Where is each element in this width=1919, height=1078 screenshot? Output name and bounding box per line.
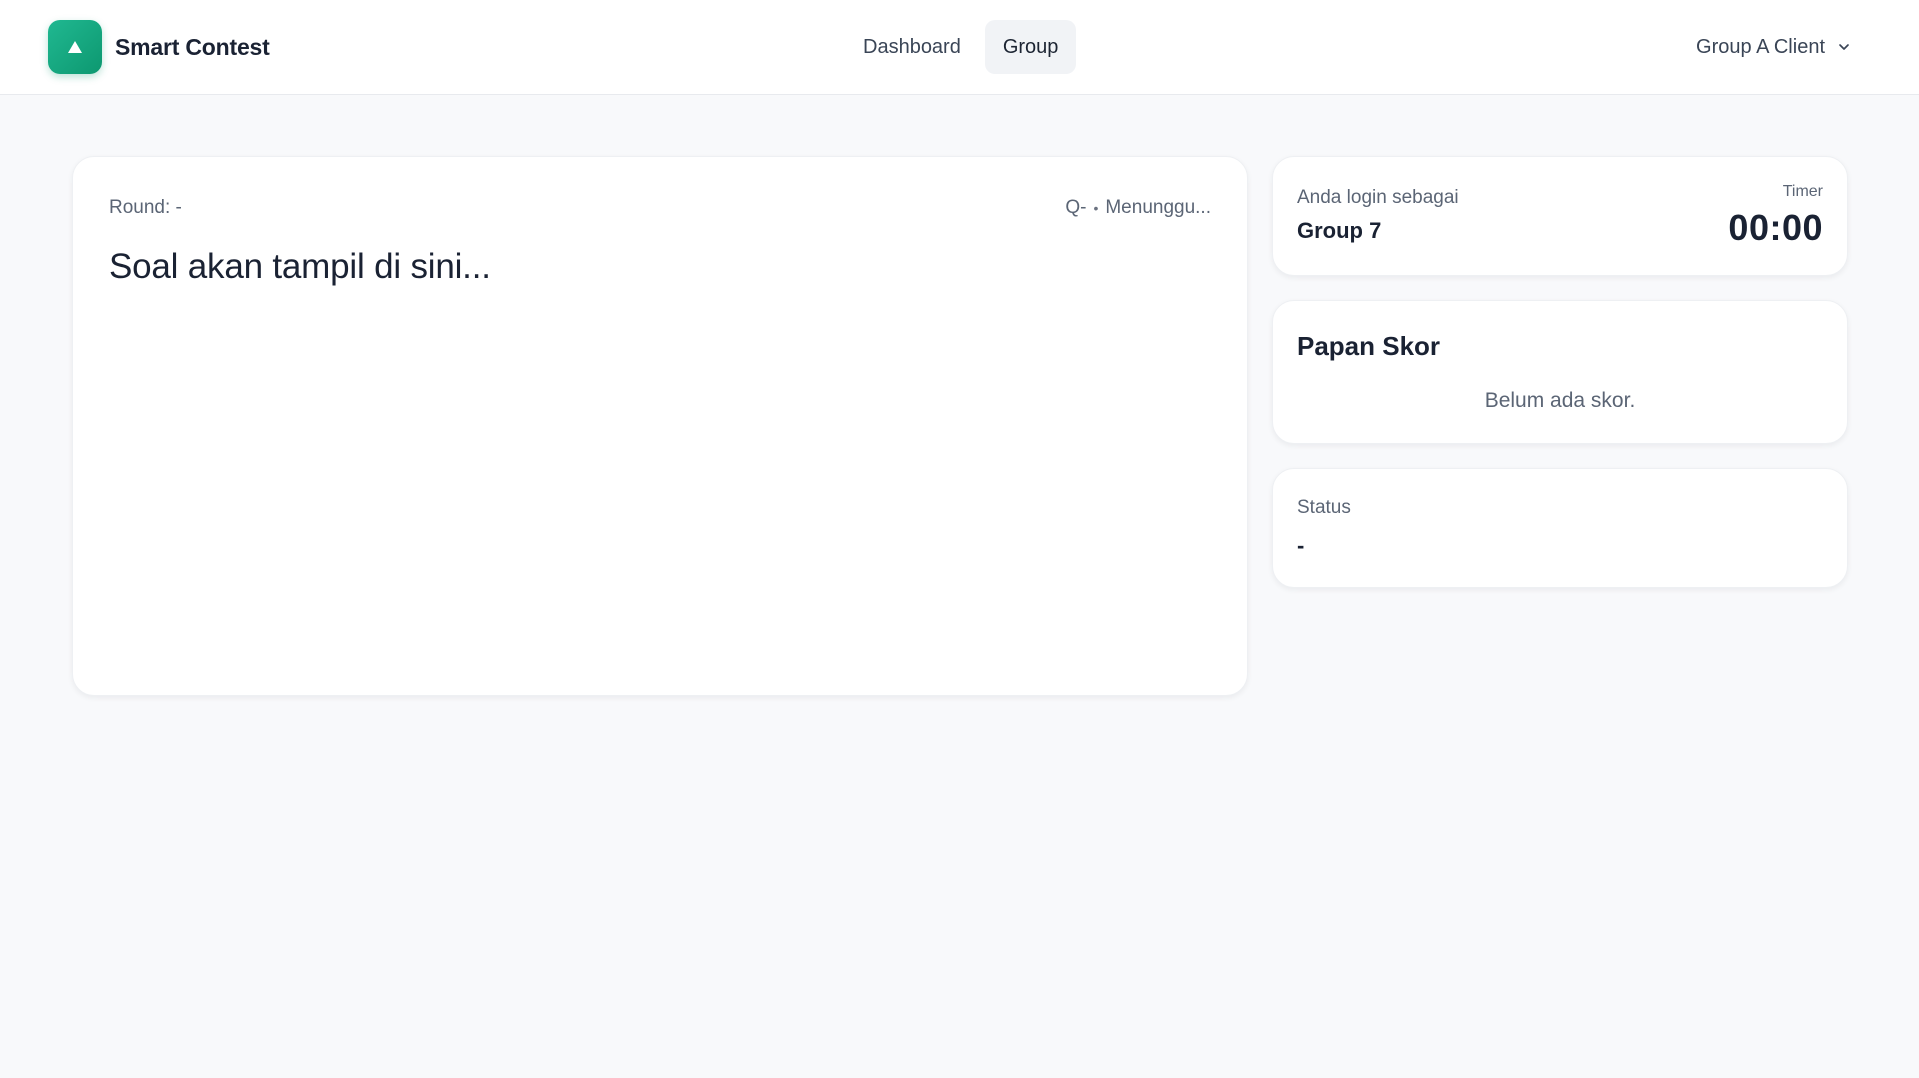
- scoreboard-empty-text: Belum ada skor.: [1484, 389, 1636, 412]
- app-name: Smart Contest: [115, 33, 270, 60]
- status-label: Status: [1297, 497, 1351, 518]
- triangle-up-icon: [68, 41, 82, 53]
- question-card: Round: - Q- • Menunggu... Soal akan tamp…: [72, 156, 1248, 696]
- login-info-card: Anda login sebagai Group 7 Timer 00:00: [1272, 156, 1848, 276]
- user-menu-label: Group A Client: [1696, 35, 1825, 58]
- question-text: Soal akan tampil di sini...: [109, 247, 491, 286]
- chevron-down-icon: [1837, 40, 1851, 54]
- login-group-name: Group 7: [1297, 218, 1382, 243]
- question-meta: Q- • Menunggu...: [1065, 197, 1211, 219]
- timer-label: Timer: [1782, 183, 1823, 200]
- timer-value: 00:00: [1728, 207, 1823, 248]
- user-menu[interactable]: Group A Client: [1696, 20, 1851, 74]
- round-label: Round: -: [109, 197, 182, 218]
- main-nav: Dashboard Group: [845, 20, 1077, 74]
- scoreboard-title: Papan Skor: [1297, 331, 1441, 361]
- brand-logo: [48, 20, 102, 74]
- nav-dashboard[interactable]: Dashboard: [845, 20, 979, 74]
- question-status: Menunggu...: [1105, 197, 1211, 218]
- status-card: Status -: [1272, 468, 1848, 588]
- nav-group[interactable]: Group: [984, 20, 1077, 74]
- question-number: Q-: [1065, 197, 1087, 218]
- status-value: -: [1297, 533, 1305, 558]
- login-label: Anda login sebagai: [1297, 187, 1459, 208]
- separator-dot: •: [1093, 200, 1099, 216]
- brand[interactable]: Smart Contest: [48, 20, 270, 74]
- top-navbar: Smart Contest Dashboard Group Group A Cl…: [0, 0, 1919, 95]
- scoreboard-card: Papan Skor Belum ada skor.: [1272, 300, 1848, 444]
